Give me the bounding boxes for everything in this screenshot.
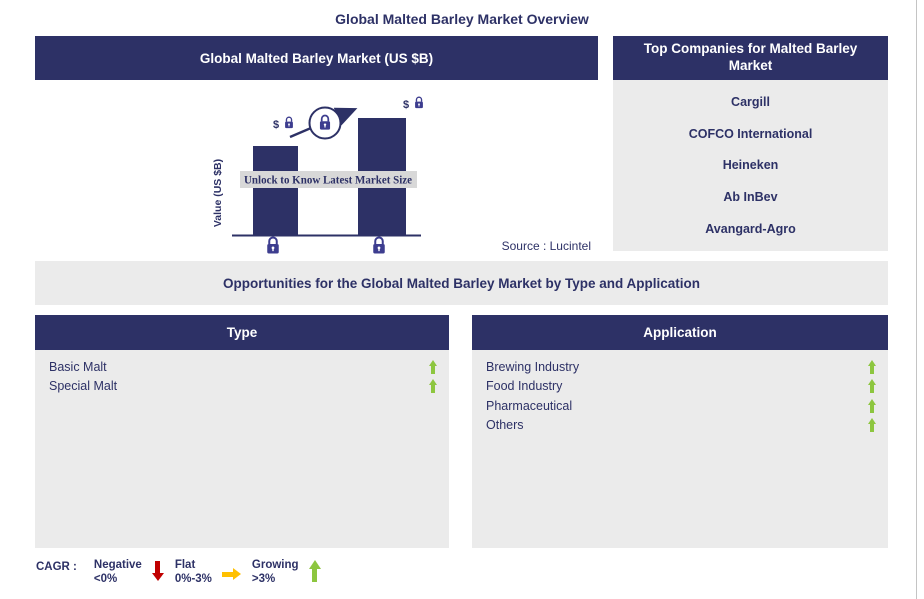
- application-item-label: Pharmaceutical: [486, 398, 573, 413]
- cagr-legend-label: CAGR :: [36, 561, 77, 573]
- cagr-legend: CAGR : Negative <0% Flat 0%-3% Growing >…: [36, 559, 332, 587]
- application-item-label: Others: [486, 418, 524, 433]
- page-right-border: [916, 0, 917, 599]
- type-panel-list: Basic Malt Special Malt: [35, 350, 449, 548]
- company-item: Cargill: [731, 94, 770, 109]
- cagr-legend-item-negative: Negative <0%: [94, 559, 164, 587]
- cagr-name: Growing: [251, 559, 299, 571]
- cagr-range: >3%: [251, 572, 276, 585]
- chart-panel-header-label: Global Malted Barley Market (US $B): [199, 50, 434, 66]
- y-axis-label: Value (US $B): [212, 159, 224, 227]
- cagr-range: <0%: [93, 572, 118, 585]
- growing-arrow-icon: [868, 398, 876, 413]
- cagr-legend-item-flat: Flat 0%-3%: [175, 559, 241, 587]
- list-item: Pharmaceutical: [472, 396, 888, 416]
- application-panel-header-label: Application: [643, 325, 717, 340]
- bar1-lock-icon: [284, 116, 294, 129]
- unlock-banner[interactable]: Unlock to Know Latest Market Size: [240, 171, 417, 188]
- application-panel-header: Application: [472, 315, 888, 350]
- list-item: Basic Malt: [35, 357, 449, 377]
- infographic-canvas: Global Malted Barley Market Overview Glo…: [0, 0, 924, 599]
- application-item-label: Food Industry: [486, 379, 563, 394]
- negative-down-arrow-icon: [151, 561, 164, 581]
- application-item-label: Brewing Industry: [486, 359, 580, 374]
- list-item: Brewing Industry: [472, 357, 888, 377]
- bar-chart-svg: Value (US $B) $ $ Unlock to Know Latest …: [212, 96, 591, 255]
- market-size-chart: Value (US $B) $ $ Unlock to Know Latest …: [35, 80, 598, 255]
- x-tick2-lock-icon: [372, 236, 386, 255]
- growing-up-arrow-icon: [308, 560, 321, 582]
- bar2-lock-icon: [414, 96, 424, 109]
- bar-base-year: [253, 146, 298, 235]
- growing-arrow-icon: [868, 359, 876, 374]
- cagr-name: Flat: [174, 559, 196, 571]
- unlock-banner-label[interactable]: Unlock to Know Latest Market Size: [244, 175, 412, 187]
- growing-arrow-icon: [868, 379, 876, 394]
- source-label: Source : Lucintel: [502, 239, 591, 253]
- type-panel-header: Type: [35, 315, 449, 350]
- top-companies-header: Top Companies for Malted Barley Market: [613, 36, 888, 80]
- company-item: COFCO International: [688, 126, 813, 141]
- cagr-name: Negative: [93, 559, 142, 571]
- list-item: Others: [472, 416, 888, 436]
- application-panel-list: Brewing Industry Food Industry Pharmaceu…: [472, 350, 888, 548]
- company-item: Heineken: [722, 158, 779, 173]
- type-item-label: Basic Malt: [49, 359, 107, 374]
- growing-arrow-icon: [429, 359, 437, 374]
- flat-right-arrow-icon: [221, 568, 241, 580]
- company-item: Ab InBev: [723, 190, 778, 205]
- company-item: Avangard-Agro: [705, 222, 796, 237]
- bar2-dollar-label: $: [403, 99, 409, 111]
- page-title: Global Malted Barley Market Overview: [335, 11, 589, 27]
- top-companies-header-label: Top Companies for Malted Barley Market: [643, 41, 858, 73]
- x-tick1-lock-icon: [266, 236, 280, 255]
- opportunities-title: Opportunities for the Global Malted Barl…: [222, 275, 701, 291]
- opportunities-band: Opportunities for the Global Malted Barl…: [35, 261, 888, 305]
- list-item: Special Malt: [35, 377, 449, 397]
- cagr-range: 0%-3%: [174, 572, 212, 585]
- list-item: Food Industry: [472, 377, 888, 397]
- growing-arrow-icon: [429, 379, 437, 394]
- type-panel-header-label: Type: [226, 325, 258, 340]
- growing-arrow-icon: [868, 418, 876, 433]
- cagr-legend-item-growing: Growing >3%: [252, 559, 321, 587]
- type-item-label: Special Malt: [49, 379, 118, 394]
- top-companies-list: Cargill COFCO International Heineken Ab …: [613, 80, 888, 251]
- chart-panel-header: Global Malted Barley Market (US $B): [35, 36, 598, 80]
- bar1-dollar-label: $: [273, 119, 279, 131]
